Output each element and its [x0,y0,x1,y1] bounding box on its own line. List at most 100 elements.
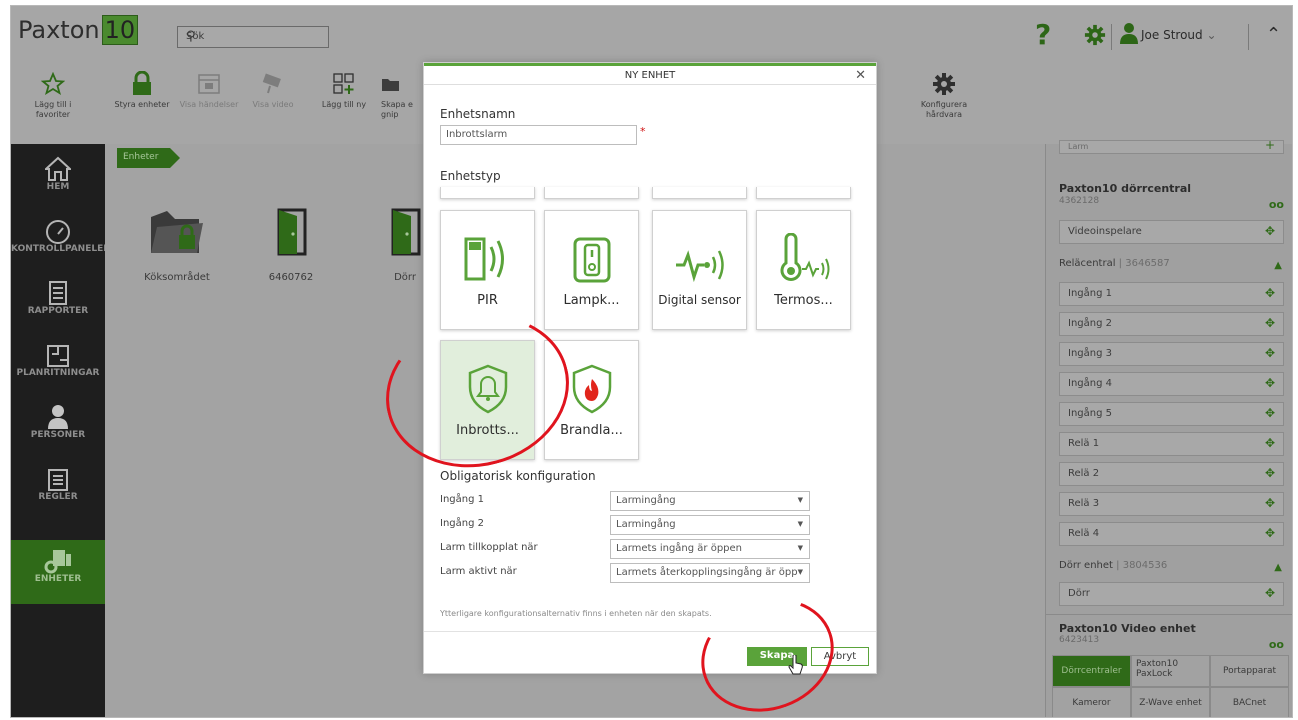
device-type-label: Enhetstyp [440,169,501,183]
nav-item-rules[interactable]: REGLER [11,458,105,518]
control-devices-button[interactable]: Styra enheter [107,68,177,110]
add-favorite-button[interactable]: Lägg till i favoriter [23,68,83,120]
input2-select[interactable]: Larmingång ▼ [610,515,810,535]
dashboard-icon [11,210,105,244]
view-video-button[interactable]: Visa video [243,68,303,110]
dialog-header: NY ENHET ✕ [424,63,876,85]
nav-item-people[interactable]: PERSONER [11,396,105,456]
video-unit-id: 6423413 [1059,635,1100,645]
controller-title: Paxton10 dörrcentral [1059,182,1192,195]
user-menu[interactable]: Joe Stroud ⌄ [1141,28,1217,42]
view-events-button[interactable]: Visa händelser [174,68,244,110]
chevron-up-icon[interactable]: ▲ [1274,562,1282,573]
user-avatar-icon[interactable] [1120,22,1138,48]
device-type-tile[interactable] [756,187,851,199]
device-type-pir[interactable]: PIR [440,210,535,330]
nav-item-home[interactable]: HEM [11,148,105,208]
add-icon: ✥ [1264,586,1275,600]
dropdown-arrow-icon: ▼ [797,496,803,504]
video-recorder-row[interactable]: Videoinspelare ✥ [1059,220,1284,244]
add-icon: ✥ [1264,346,1275,360]
config-label: Ingång 2 [440,518,484,529]
add-grid-icon [313,68,375,100]
device-type-tile[interactable] [652,187,747,199]
nav-item-reports[interactable]: RAPPORTER [11,272,105,332]
input-row[interactable]: Ingång 5 ✥ [1059,402,1284,426]
device-name-label: Enhetsnamn [440,107,516,121]
dropdown-arrow-icon: ▼ [797,520,803,528]
device-name-input[interactable]: Inbrottslarm [440,125,637,145]
required-marker: * [640,125,646,138]
close-icon[interactable]: ✕ [855,68,866,83]
chevron-down-icon: ⌄ [1206,28,1217,42]
calendar-icon [174,68,244,100]
nav-item-devices[interactable]: ENHETER [11,540,105,604]
config-label: Ingång 1 [440,494,484,505]
relay-row[interactable]: Relä 1 ✥ [1059,432,1284,456]
home-icon [11,148,105,182]
folder-icon [381,68,425,100]
left-nav: HEM KONTROLLPANELER RAPPORTER PLANRITNIN… [11,144,110,717]
device-type-thermostat[interactable]: Termos... [756,210,851,330]
dropdown-arrow-icon: ▼ [797,568,803,576]
nav-item-floorplans[interactable]: PLANRITNINGAR [11,334,105,394]
collapse-toolbar-icon[interactable]: ⌃ [1266,24,1281,45]
door-unit-header[interactable]: Dörr enhet | 3804536 [1059,560,1167,571]
tab-door-entry[interactable]: Portapparat [1210,655,1289,687]
alarm-row-partial[interactable]: Larm + [1059,138,1284,154]
tab-zwave[interactable]: Z-Wave enhet [1131,687,1210,717]
link-icon[interactable]: oo [1269,198,1284,211]
digital-sensor-icon [653,211,746,285]
pir-sensor-icon [441,211,534,285]
breadcrumb[interactable]: Enheter [117,148,181,168]
create-shortcut-button[interactable]: Skapa e gnip [381,68,425,120]
floorplan-icon [11,334,105,368]
configure-hardware-button[interactable]: Konfigurera hårdvara [909,68,979,120]
search-icon: ⚲ [186,29,196,44]
chevron-up-icon[interactable]: ▲ [1274,260,1282,271]
logo: Paxton 10 [18,15,139,45]
gear-icon [909,68,979,100]
config-title: Obligatorisk konfiguration [440,469,596,483]
config-label: Larm aktivt när [440,566,517,577]
input-row[interactable]: Ingång 2 ✥ [1059,312,1284,336]
input-row[interactable]: Ingång 4 ✥ [1059,372,1284,396]
door-item[interactable]: 6460762 [251,206,331,283]
add-icon: ✥ [1264,376,1275,390]
alarm-armed-select[interactable]: Larmets ingång är öppen ▼ [610,539,810,559]
device-type-digital-sensor[interactable]: Digital sensor [652,210,747,330]
help-icon[interactable]: ? [1035,18,1051,51]
door-row[interactable]: Dörr ✥ [1059,582,1284,606]
search-input[interactable]: Sök ⚲ [177,26,329,48]
add-icon: ✥ [1264,316,1275,330]
device-type-tile[interactable] [544,187,639,199]
tab-paxlock[interactable]: Paxton10 PaxLock [1131,655,1210,687]
input-row[interactable]: Ingång 1 ✥ [1059,282,1284,306]
add-icon: ✥ [1264,526,1275,540]
config-note: Ytterligare konfigurationsalternativ fin… [440,609,712,618]
tab-cameras[interactable]: Kameror [1052,687,1131,717]
tab-bacnet[interactable]: BACnet [1210,687,1289,717]
nav-item-control-panels[interactable]: KONTROLLPANELER [11,210,110,270]
locked-folder-icon [137,206,217,258]
video-unit-title: Paxton10 Video enhet [1059,622,1196,635]
input-row[interactable]: Ingång 3 ✥ [1059,342,1284,366]
relay-header[interactable]: Reläcentral | 3646587 [1059,258,1170,269]
add-new-button[interactable]: Lägg till ny [313,68,375,110]
tab-door-controllers[interactable]: Dörrcentraler [1052,655,1131,687]
alarm-active-select[interactable]: Larmets återkopplingsingång är öppe ▼ [610,563,810,583]
link-icon[interactable]: oo [1269,638,1284,651]
devices-icon [11,540,105,574]
device-type-tile[interactable] [440,187,535,199]
relay-row[interactable]: Relä 3 ✥ [1059,492,1284,516]
folder-item[interactable]: Köksområdet [137,206,217,283]
report-icon [11,272,105,306]
dropdown-arrow-icon: ▼ [797,544,803,552]
device-type-lamp[interactable]: Lampk... [544,210,639,330]
light-switch-icon [545,211,638,285]
dialog-title: NY ENHET [624,70,676,81]
relay-row[interactable]: Relä 4 ✥ [1059,522,1284,546]
settings-gear-icon[interactable] [1084,24,1106,50]
relay-row[interactable]: Relä 2 ✥ [1059,462,1284,486]
input1-select[interactable]: Larmingång ▼ [610,491,810,511]
